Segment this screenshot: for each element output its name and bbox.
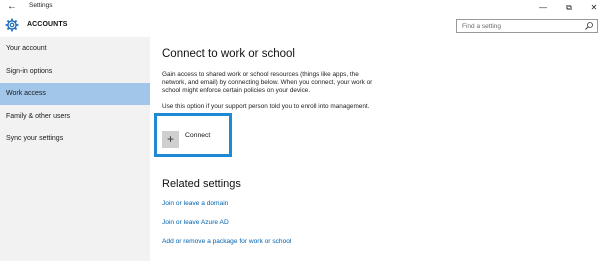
sidebar-item-your-account[interactable]: Your account (0, 38, 150, 60)
enroll-note: Use this option if your support person t… (162, 103, 370, 110)
related-settings-heading: Related settings (162, 178, 241, 190)
search-icon[interactable] (584, 21, 594, 31)
back-arrow-icon: ← (7, 1, 17, 12)
sidebar-item-sync-settings[interactable]: Sync your settings (0, 128, 150, 150)
link-join-leave-azure-ad[interactable]: Join or leave Azure AD (162, 219, 229, 226)
settings-header: ACCOUNTS (0, 15, 603, 37)
page-title: ACCOUNTS (27, 21, 68, 28)
link-add-remove-package[interactable]: Add or remove a package for work or scho… (162, 238, 291, 245)
link-join-leave-domain[interactable]: Join or leave a domain (162, 200, 228, 207)
gear-icon (5, 18, 19, 32)
window-title: Settings (29, 2, 53, 9)
description-text: Gain access to shared work or school res… (162, 71, 373, 94)
close-button[interactable]: ✕ (582, 0, 603, 15)
sidebar-item-work-access[interactable]: Work access (0, 83, 150, 105)
plus-icon: + (162, 131, 179, 148)
connect-button[interactable]: + Connect (162, 131, 232, 151)
restore-button[interactable]: ⧉ (557, 0, 581, 15)
main-content: Connect to work or school Gain access to… (150, 37, 603, 261)
search-box[interactable] (456, 19, 598, 33)
section-heading: Connect to work or school (162, 48, 295, 60)
minimize-button[interactable]: — (531, 0, 555, 15)
connect-label: Connect (185, 132, 211, 139)
sidebar-item-family-other-users[interactable]: Family & other users (0, 106, 150, 128)
title-bar: ← Settings — ⧉ ✕ (0, 0, 603, 15)
back-button[interactable]: ← (6, 1, 18, 13)
sidebar-item-sign-in-options[interactable]: Sign-in options (0, 61, 150, 83)
search-input[interactable] (457, 20, 581, 32)
sidebar: Your account Sign-in options Work access… (0, 37, 150, 261)
